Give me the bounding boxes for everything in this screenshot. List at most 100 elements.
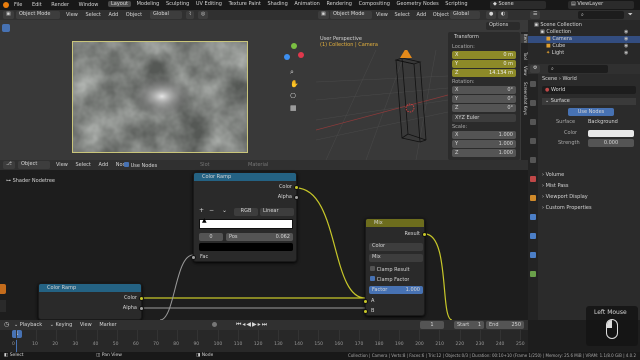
viewlayer-selector[interactable]: ▤ ViewLayer [568,1,634,9]
tab-view[interactable]: View [521,66,528,76]
scale-y-field[interactable]: Y 1.000 [452,140,516,148]
tab-uv-editing[interactable]: UV Editing [196,1,222,7]
world-selector[interactable]: ● World [542,86,636,94]
loc-z-field[interactable]: Z 14.134 m [452,69,516,77]
rot-z-field[interactable]: Z 0° [452,104,516,112]
menu-edit[interactable]: Edit [32,2,42,8]
snap-toggle[interactable]: ⌇ [186,11,195,19]
vp-options-button[interactable]: Options [486,22,520,30]
loc-x-field[interactable]: X 0 m [452,51,516,59]
offscreen-node-edge-2[interactable] [0,300,6,312]
color-swatch[interactable] [588,130,634,137]
render-tab-icon[interactable] [530,100,536,106]
current-frame-field[interactable]: 1 [420,321,444,329]
select-tool-icon[interactable] [2,24,10,32]
world-tab-icon[interactable] [530,176,536,182]
pan-icon[interactable]: ✋ [290,80,299,88]
menu-select[interactable]: Select [85,12,100,18]
outliner-filter-icon[interactable]: ⏷ [628,11,633,19]
tab-animation[interactable]: Animation [294,1,320,7]
playhead-frame-badge[interactable]: 1 [12,330,22,338]
proportional-toggle[interactable]: ◎ [198,11,209,19]
outliner-row-cube[interactable]: ■ Cube [546,43,565,50]
mix-header[interactable]: Mix [366,219,424,227]
section-custom-properties[interactable]: › Custom Properties [542,205,592,212]
blender-logo-icon[interactable] [3,2,9,8]
section-viewport-display[interactable]: › Viewport Display [542,194,588,201]
scale-z-field[interactable]: Z 1.000 [452,149,516,157]
vp-orientation-dropdown[interactable]: Global [450,11,480,19]
modifier-tab-icon[interactable] [530,214,536,220]
ramp2-alpha-socket[interactable] [139,306,144,311]
record-icon[interactable] [212,322,217,327]
end-frame-field[interactable]: End 250 [486,321,524,329]
eye-icon[interactable]: ◉ [624,29,628,36]
surface-panel-title[interactable]: ⌄ Surface [542,98,636,105]
tab-compositing[interactable]: Compositing [359,1,390,7]
ramp1-alpha-socket[interactable] [294,195,299,200]
tab-rendering[interactable]: Rendering [326,1,352,7]
tab-tool[interactable]: Tool [521,52,528,60]
tab-scripting[interactable]: Scripting [445,1,467,7]
tab-shading[interactable]: Shading [267,1,287,7]
vp-menu-object[interactable]: Object [433,12,449,18]
outliner-row-collection[interactable]: ▣ Collection [540,29,571,36]
rot-x-field[interactable]: X 0° [452,86,516,94]
timeline-ruler[interactable]: 1 0 10 20 30 40 50 60 70 80 90 100 110 120 130 140 150 1… [0,330,528,352]
ramp2-header[interactable]: Color Ramp [39,284,141,292]
props-search-input[interactable]: ⌕ [548,65,608,73]
menu-file[interactable]: File [14,2,22,8]
strength-field[interactable]: 0.000 [588,139,634,147]
eye-icon[interactable]: ◉ [624,50,628,57]
view-layer-tab-icon[interactable] [530,138,536,144]
grid-icon[interactable]: ▦ [290,104,297,112]
ramp1-menu-icon[interactable]: ⌄ [222,207,227,214]
mix-clamp-result[interactable]: Clamp Result [370,266,410,274]
outliner-row-scene-collection[interactable]: ▣ Scene Collection [534,22,582,29]
vp-shading-render-button[interactable]: ◐ [498,11,509,19]
object-tab-icon[interactable] [530,195,536,201]
offscreen-node-edge[interactable] [0,284,6,294]
orientation-dropdown[interactable]: Global [150,11,182,19]
tool-tab-icon[interactable] [530,81,536,87]
color-ramp-node-2[interactable]: Color Ramp Color Alpha [38,283,144,320]
rot-y-field[interactable]: Y 0° [452,95,516,103]
mix-factor-field[interactable]: Factor 1.000 [369,286,423,294]
transform-title[interactable]: Transform [454,34,479,41]
ramp2-color-socket[interactable] [139,296,144,301]
vp-editor-type-button[interactable]: ▣ [318,11,329,19]
start-frame-field[interactable]: Start 1 [454,321,484,329]
mix-result-socket[interactable] [422,232,427,237]
tab-texture-paint[interactable]: Texture Paint [229,1,261,7]
jump-end-icon[interactable]: ⏭ [262,321,268,328]
ramp1-index-field[interactable]: 0 [199,233,223,241]
tl-menu-playback[interactable]: Playback [20,322,42,328]
euler-dropdown[interactable]: XYZ Euler [452,114,516,122]
outliner-type-button[interactable]: ☰ [530,11,541,19]
color-ramp-node-1[interactable]: Color Ramp Color Alpha + − ⌄ RGB Linear … [191,172,299,262]
mix-node[interactable]: Mix Result Color Mix Clamp Result Clamp … [363,218,427,316]
ramp1-gradient[interactable] [199,219,293,229]
vp-shading-solid-button[interactable]: ● [486,11,497,19]
mix-a-socket[interactable] [363,299,368,304]
mix-blend-dropdown[interactable]: Mix [369,254,423,262]
tab-layout[interactable]: Layout [108,1,131,7]
mode-dropdown[interactable]: Object Mode [16,11,60,19]
section-volume[interactable]: › Volume [542,172,564,179]
ramp1-remove-icon[interactable]: − [209,207,214,214]
tab-screenshot-keys[interactable]: Screenshot Keys [521,82,528,115]
vp-mode-dropdown[interactable]: Object Mode [330,11,372,19]
eye-icon[interactable]: ◉ [624,36,628,43]
tab-sculpting[interactable]: Sculpting [166,1,189,7]
props-type-button[interactable]: ⚙ [530,65,541,73]
gizmo-y-icon[interactable] [291,43,297,49]
scale-x-field[interactable]: X 1.000 [452,131,516,139]
constraint-tab-icon[interactable] [530,252,536,258]
mix-clamp-factor[interactable]: Clamp Factor [370,276,409,284]
menu-add[interactable]: Add [109,12,119,18]
data-tab-icon[interactable] [530,271,536,277]
scene-tab-icon[interactable] [530,157,536,163]
ramp1-color-socket[interactable] [294,185,299,190]
camera-view-icon[interactable]: ⎔ [290,92,296,100]
ramp1-fac-socket[interactable] [191,255,196,260]
